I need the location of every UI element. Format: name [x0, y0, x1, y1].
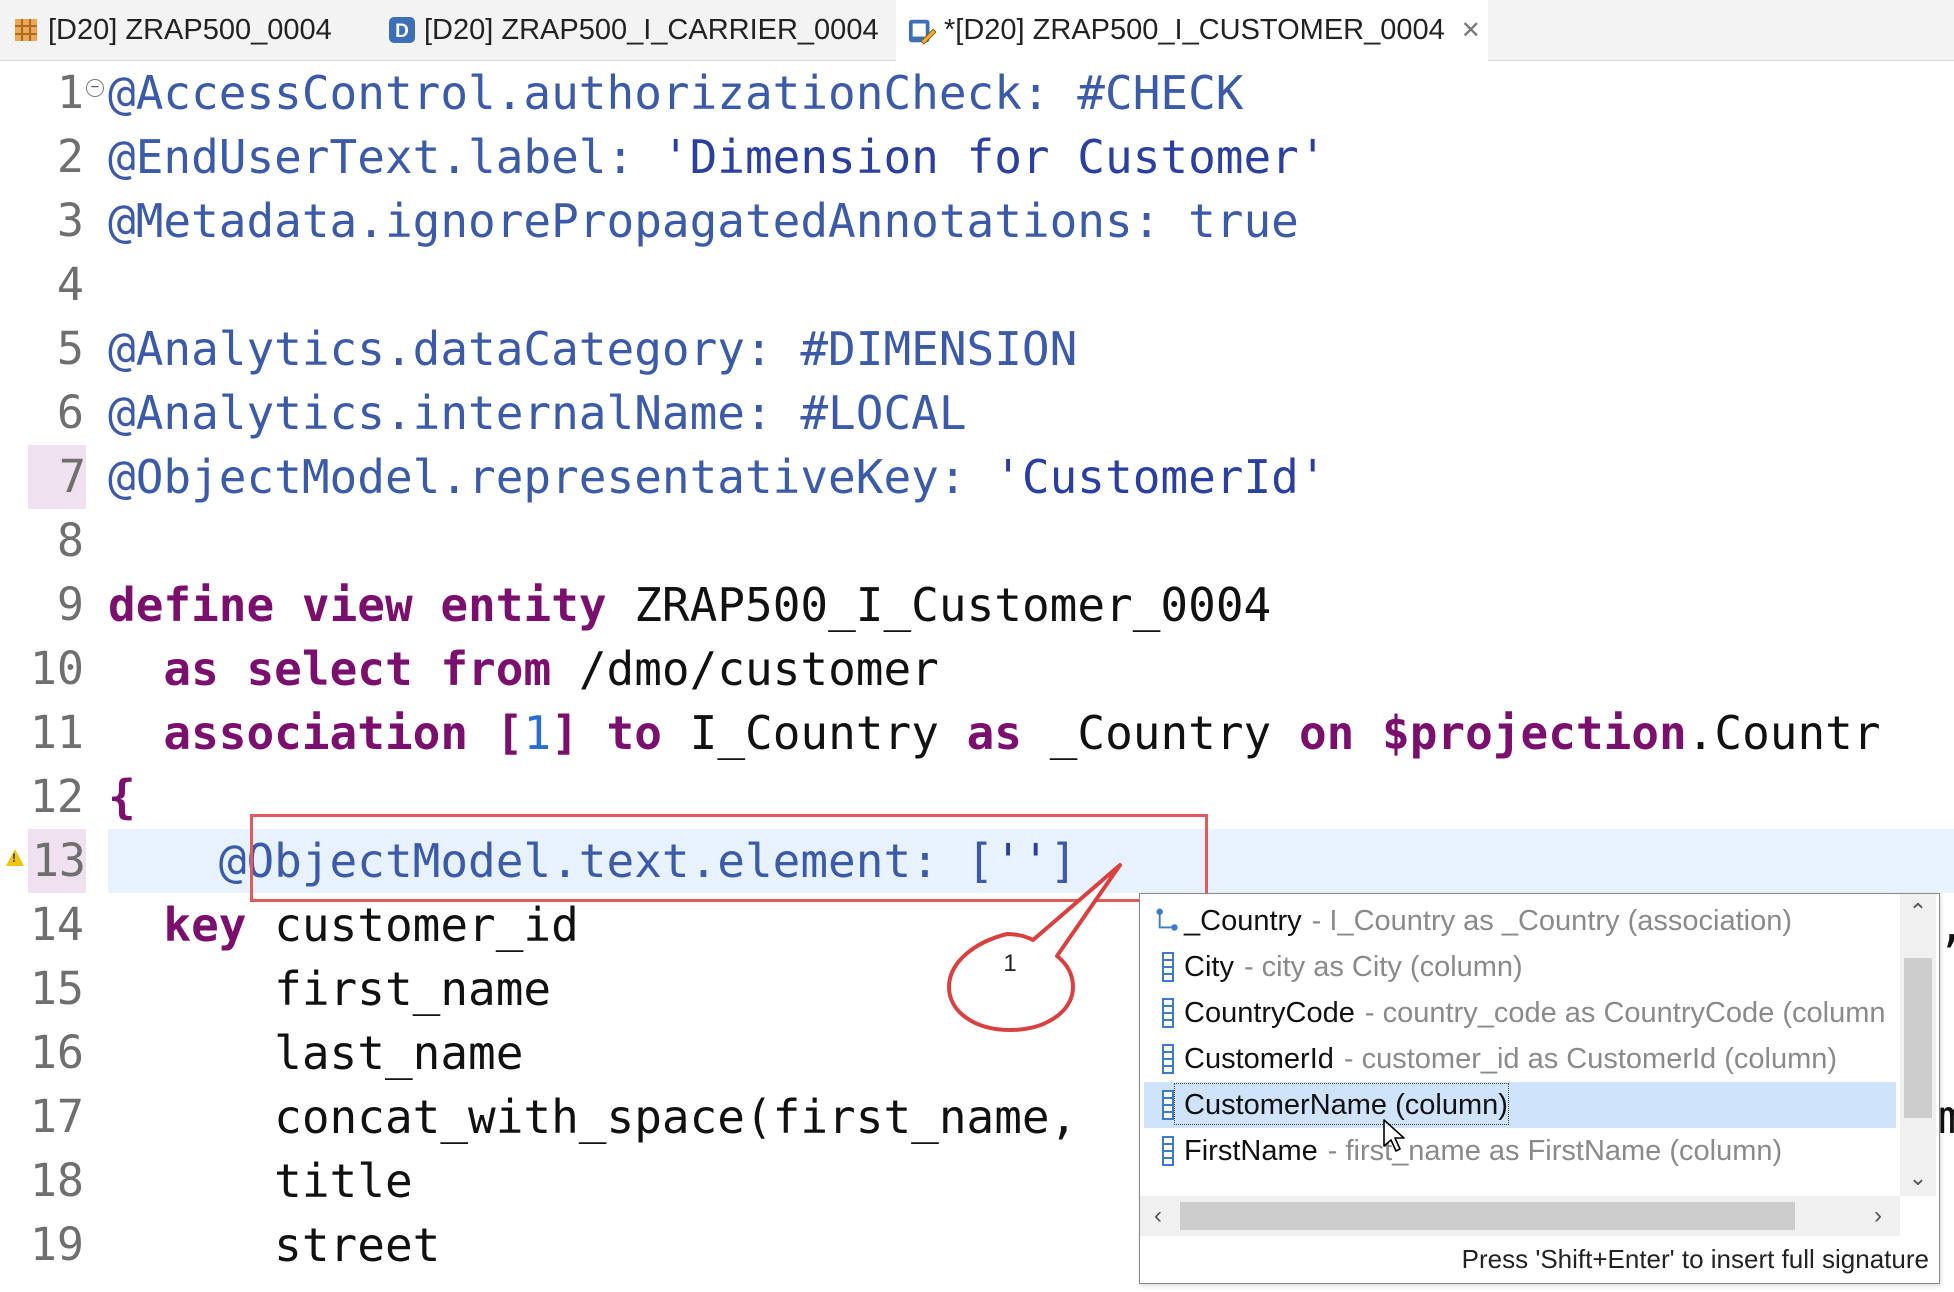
code-text: @AccessControl.authorizationCheck: #CHEC… [108, 66, 1244, 120]
proposal-item[interactable]: City - city as City (column) [1144, 944, 1896, 990]
scroll-up-icon[interactable]: ⌃ [1900, 894, 1936, 930]
line-number: 2 [56, 130, 84, 183]
code-text-tail: m [1938, 1090, 1954, 1144]
code-line: 11 association [1] to I_Country as _Coun… [0, 701, 1954, 765]
code-text: @Metadata.ignorePropagatedAnnotations: t… [108, 194, 1299, 248]
line-number: 4 [56, 258, 84, 311]
tab-carrier[interactable]: D [D20] ZRAP500_I_CARRIER_0004 [388, 0, 879, 60]
scroll-down-icon[interactable]: ⌄ [1900, 1160, 1936, 1196]
code-line: 3 @Metadata.ignorePropagatedAnnotations:… [0, 189, 1954, 253]
code-text: @Analytics.dataCategory: #DIMENSION [108, 322, 1078, 376]
code-text: last_name [274, 1026, 524, 1080]
line-number: 11 [29, 706, 84, 759]
column-icon [1156, 950, 1180, 984]
content-assist-popup[interactable]: _Country - I_Country as _Country (associ… [1139, 893, 1940, 1284]
line-number: 10 [29, 642, 84, 695]
line-number: 18 [29, 1154, 84, 1207]
fold-toggle-icon[interactable]: − [86, 79, 104, 97]
code-line: 2 @EndUserText.label: 'Dimension for Cus… [0, 125, 1954, 189]
callout-bubble [947, 863, 1122, 1032]
code-text: concat_with_space(first_name, [274, 1090, 1078, 1144]
mouse-pointer-icon [1383, 1119, 1405, 1152]
line-number: 6 [56, 386, 84, 439]
line-number: 17 [29, 1090, 84, 1143]
code-text: @Analytics.internalName: #LOCAL [108, 386, 967, 440]
column-icon [1156, 1042, 1180, 1076]
code-line: 1 − @AccessControl.authorizationCheck: #… [0, 61, 1954, 125]
line-number: 5 [56, 322, 84, 375]
ddl-d-icon: D [388, 16, 416, 44]
tab-zrap500-package[interactable]: [D20] ZRAP500_0004 [12, 0, 342, 60]
line-number: 8 [56, 514, 84, 567]
column-icon [1156, 996, 1180, 1030]
popup-status-hint: Press 'Shift+Enter' to insert full signa… [1461, 1244, 1929, 1274]
code-text: { [108, 770, 136, 824]
proposal-item[interactable]: FirstName - first_name as FirstName (col… [1144, 1128, 1896, 1174]
line-number: 14 [29, 898, 84, 951]
proposal-item-selected[interactable]: CustomerName (column) [1144, 1082, 1896, 1128]
package-icon [12, 16, 40, 44]
code-line: 8 [0, 509, 1954, 573]
scroll-right-icon[interactable]: › [1860, 1196, 1896, 1236]
line-number: 9 [56, 578, 84, 631]
tab-label: [D20] ZRAP500_0004 [48, 13, 332, 46]
line-number: 13 [28, 829, 86, 893]
code-text: first_name [274, 962, 552, 1016]
line-number: 12 [29, 770, 84, 823]
proposal-item[interactable]: CustomerId - customer_id as CustomerId (… [1144, 1036, 1896, 1082]
tab-customer[interactable]: *[D20] ZRAP500_I_CUSTOMER_0004 ✕ [896, 0, 1488, 61]
line-number: 3 [56, 194, 84, 247]
code-text-tail: , [1938, 893, 1954, 957]
proposal-list[interactable]: _Country - I_Country as _Country (associ… [1140, 894, 1900, 1196]
code-line: 7 @ObjectModel.representativeKey: 'Custo… [0, 445, 1954, 509]
code-text: association [1] to I_Country as _Country… [163, 706, 1881, 760]
ddl-edit-icon [908, 17, 936, 45]
scrollbar-thumb[interactable] [1904, 958, 1932, 1118]
line-number: 1 [56, 66, 84, 119]
code-line: 4 [0, 253, 1954, 317]
line-number: 19 [29, 1218, 84, 1271]
code-line: 9 define view entity ZRAP500_I_Customer_… [0, 573, 1954, 637]
code-text: @EndUserText.label: 'Dimension for Custo… [108, 130, 1327, 184]
code-line: 6 @Analytics.internalName: #LOCAL [0, 381, 1954, 445]
proposal-item[interactable]: CountryCode - country_code as CountryCod… [1144, 990, 1896, 1036]
editor-tab-bar: [D20] ZRAP500_0004 D [D20] ZRAP500_I_CAR… [0, 0, 1954, 61]
svg-text:D: D [395, 21, 409, 42]
selection-focus-border [1174, 1083, 1509, 1125]
tab-label: [D20] ZRAP500_I_CARRIER_0004 [424, 13, 879, 46]
code-text: key customer_id [163, 898, 579, 952]
vertical-scrollbar[interactable]: ⌃ ⌄ [1900, 894, 1936, 1196]
association-icon [1156, 904, 1180, 938]
code-line: 5 @Analytics.dataCategory: #DIMENSION [0, 317, 1954, 381]
callout-number: 1 [1003, 950, 1017, 977]
code-line: 10 as select from /dmo/customer [0, 637, 1954, 701]
column-icon [1156, 1134, 1180, 1168]
code-text: define view entity ZRAP500_I_Customer_00… [108, 578, 1272, 632]
line-number: 16 [29, 1026, 84, 1079]
code-text: title [274, 1154, 413, 1208]
warning-icon[interactable]: ! [6, 849, 24, 866]
scroll-left-icon[interactable]: ‹ [1140, 1196, 1176, 1236]
line-number: 7 [28, 445, 86, 509]
close-icon[interactable]: ✕ [1461, 16, 1481, 45]
scrollbar-thumb[interactable] [1180, 1202, 1795, 1230]
code-text: @ObjectModel.representativeKey: 'Custome… [108, 450, 1327, 504]
tab-label: *[D20] ZRAP500_I_CUSTOMER_0004 [944, 14, 1445, 46]
proposal-item[interactable]: _Country - I_Country as _Country (associ… [1144, 898, 1896, 944]
code-text: as select from /dmo/customer [163, 642, 939, 696]
line-number: 15 [29, 962, 84, 1015]
horizontal-scrollbar[interactable]: ‹ › [1140, 1196, 1900, 1236]
code-text: street [274, 1218, 441, 1272]
